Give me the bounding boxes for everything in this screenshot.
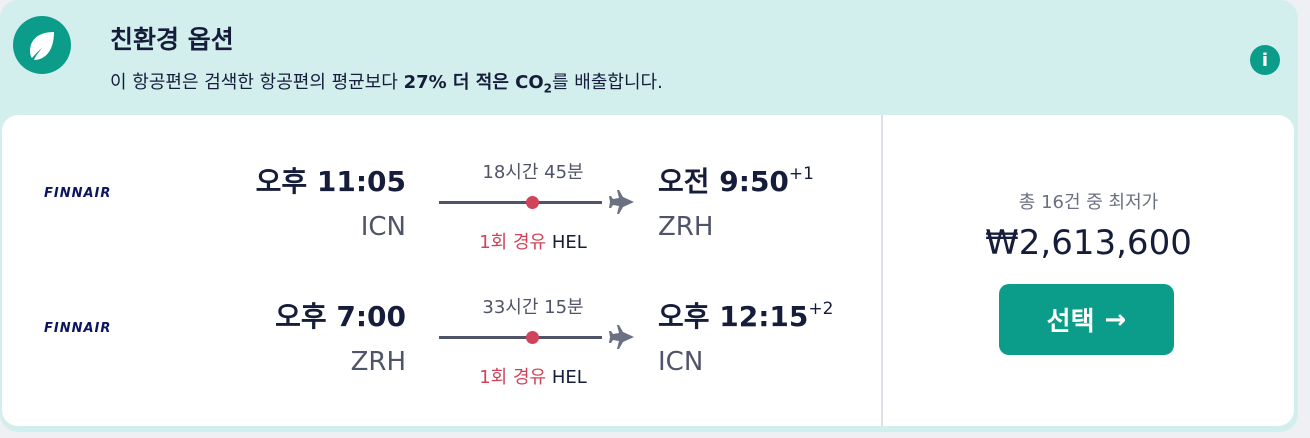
eco-description: 이 항공편은 검색한 항공편의 평균보다 27% 더 적은 CO2를 배출합니다… (110, 68, 663, 96)
airline-logo: FINNAIR (44, 186, 112, 201)
route-line (439, 201, 602, 204)
plane-icon (609, 190, 634, 214)
stops-count: 1회 경유 (479, 367, 547, 388)
flight-details[interactable]: FINNAIR 오후 11:05 ICN 18시간 45분 1회 경유 HEL … (2, 115, 1294, 426)
stop-airport: HEL (551, 232, 587, 253)
arrival-time: 오전 9:50+1 (658, 160, 814, 200)
price-amount: ₩2,613,600 (985, 223, 1192, 263)
departure-airport: ZRH (350, 347, 406, 377)
info-icon[interactable]: i (1250, 45, 1280, 75)
select-button-label: 선택 (1046, 307, 1095, 337)
eco-flight-card: 친환경 옵션 이 항공편은 검색한 항공편의 평균보다 27% 더 적은 CO2… (0, 0, 1298, 432)
stop-dot (526, 196, 539, 209)
stops-count: 1회 경유 (479, 232, 547, 253)
leaf-icon (13, 16, 71, 74)
departure-time: 오후 11:05 (255, 165, 406, 198)
flight-duration: 33시간 15분 (482, 297, 584, 318)
arrival-day-offset: +1 (788, 163, 814, 184)
arrival-time: 오후 12:15+2 (658, 295, 833, 335)
select-button[interactable]: 선택 → (999, 284, 1174, 355)
route-line (439, 336, 602, 339)
arrow-right-icon: → (1104, 304, 1127, 335)
arrival-time-value: 오후 12:15 (658, 300, 809, 333)
outbound-leg: FINNAIR 오후 11:05 ICN 18시간 45분 1회 경유 HEL … (2, 150, 881, 280)
eco-desc-highlight: 27% 더 적은 CO (403, 72, 544, 93)
eco-desc-suffix: 를 배출합니다. (552, 72, 663, 93)
plane-icon (609, 325, 634, 349)
eco-desc-prefix: 이 항공편은 검색한 항공편의 평균보다 (110, 72, 404, 93)
eco-desc-subscript: 2 (543, 81, 553, 96)
eco-title: 친환경 옵션 (110, 25, 234, 54)
arrival-day-offset: +2 (808, 298, 834, 319)
stop-dot (526, 331, 539, 344)
arrival-airport: ICN (658, 347, 704, 377)
departure-airport: ICN (360, 212, 406, 242)
departure-time: 오후 7:00 (275, 300, 406, 333)
arrival-airport: ZRH (658, 212, 714, 242)
return-leg: FINNAIR 오후 7:00 ZRH 33시간 15분 1회 경유 HEL 오… (2, 285, 881, 415)
price-label: 총 16건 중 최저가 (1018, 192, 1159, 213)
arrival-time-value: 오전 9:50 (658, 165, 789, 198)
stop-airport: HEL (551, 367, 587, 388)
divider (881, 115, 883, 426)
airline-logo: FINNAIR (44, 321, 112, 336)
stops-info: 1회 경유 HEL (438, 363, 628, 389)
stops-info: 1회 경유 HEL (438, 228, 628, 254)
flight-duration: 18시간 45분 (482, 162, 584, 183)
